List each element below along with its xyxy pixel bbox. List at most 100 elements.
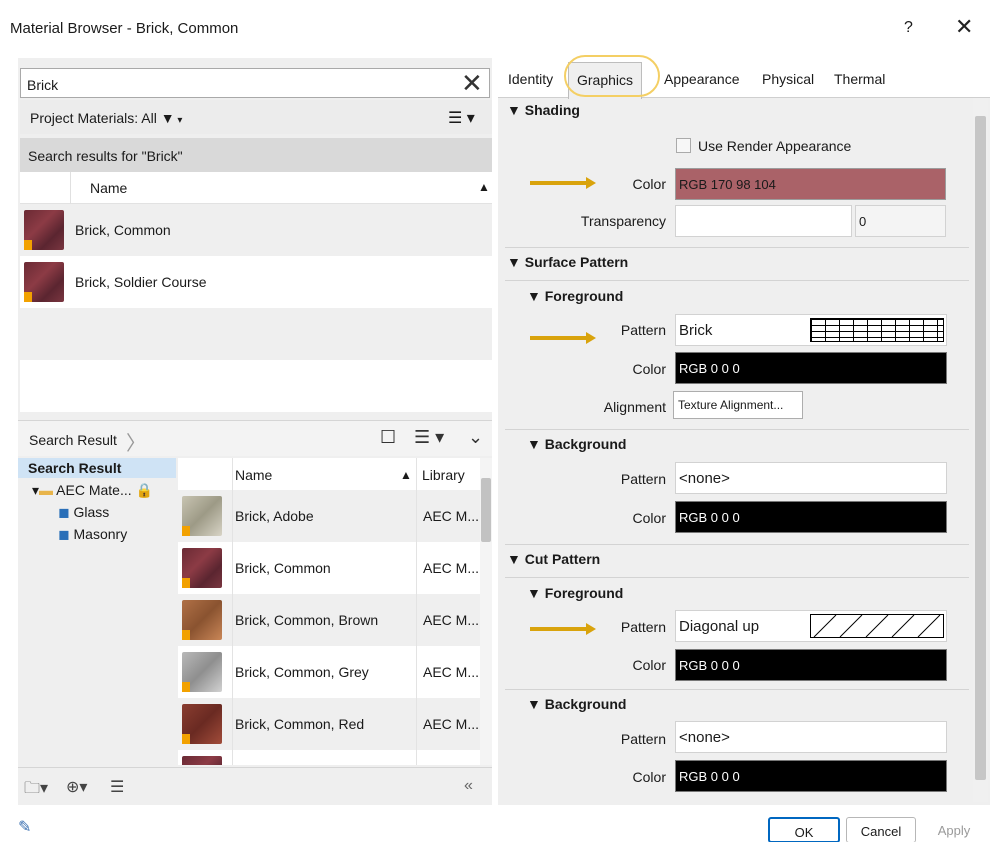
scrollbar-thumb[interactable] [975,116,986,780]
cut-fg-color-swatch[interactable]: RGB 0 0 0 [675,649,947,681]
table-row[interactable]: Brick, Common, Brown AEC M... [178,594,480,646]
library-column-label[interactable]: Library [422,467,465,483]
material-thumbnail [182,756,222,765]
asset-browser-icon[interactable]: ☰ [110,777,124,797]
section-divider [505,280,969,281]
table-row[interactable]: Brick, Adobe AEC M... [178,490,480,542]
cancel-button[interactable]: Cancel [846,817,916,842]
tree-item-masonry[interactable]: ◼ Masonry [58,526,127,543]
tab-appearance[interactable]: Appearance [664,71,740,87]
help-button[interactable]: ? [904,19,913,37]
list-item-empty [20,308,492,360]
tree-root-label[interactable]: Search Result [28,460,121,476]
surface-bg-pattern-label: Pattern [620,471,666,487]
surface-bg-pattern-field[interactable]: <none> [675,462,947,494]
table-row[interactable]: Brick, Common, Grey AEC M... [178,646,480,698]
section-shading[interactable]: ▼ Shading [507,102,580,118]
create-material-icon[interactable]: ⊕▾ [66,777,87,797]
material-name: Brick, Common [235,560,331,576]
breadcrumb[interactable]: Search Result [29,432,117,448]
material-thumbnail [24,210,64,250]
use-render-label: Use Render Appearance [698,138,852,154]
search-results-header: Search results for "Brick" [20,138,492,172]
surface-fg-pattern-field[interactable]: Brick [675,314,947,346]
library-folder-icon[interactable]: 🗀▾ [24,777,48,804]
surface-bg-color-swatch[interactable]: RGB 0 0 0 [675,501,947,533]
table-row[interactable]: Brick, Common, Red AEC M... [178,698,480,750]
cut-background-header[interactable]: ▼ Background [527,696,626,712]
cut-fg-pattern-field[interactable]: Diagonal up [675,610,947,642]
cut-foreground-header[interactable]: ▼ Foreground [527,585,623,601]
surface-foreground-header[interactable]: ▼ Foreground [527,288,623,304]
expand-down-icon[interactable]: ⌄ [468,427,483,448]
section-cut-pattern[interactable]: ▼ Cut Pattern [507,551,600,567]
tab-identity[interactable]: Identity [508,71,553,87]
cut-fg-color-label: Color [632,657,666,673]
collapse-icon[interactable]: « [464,777,473,795]
search-input[interactable]: Brick ✕ [20,68,490,98]
category-icon: ◼ [58,526,70,542]
cut-bg-pattern-label: Pattern [620,731,666,747]
material-thumbnail [182,496,222,536]
name-column-header[interactable]: Name ▲ [20,172,492,204]
transparency-value-field[interactable]: 0 [855,205,946,237]
section-divider [505,429,969,430]
name-column-label[interactable]: Name [235,467,272,483]
material-library: AEC M... [423,612,480,628]
table-row[interactable]: Brick, Common AEC M... [178,542,480,594]
transparency-slider[interactable] [675,205,852,237]
sort-ascending-icon[interactable]: ▲ [400,468,412,482]
material-library: AEC M... [423,716,480,732]
transparency-label: Transparency [580,213,666,229]
tree-item-library[interactable]: ▾▬ AEC Mate... 🔒 [32,482,153,499]
clear-search-icon[interactable]: ✕ [461,69,483,97]
library-tree: Search Result ▾▬ AEC Mate... 🔒 ◼ Glass ◼… [18,458,176,763]
cut-bg-color-swatch[interactable]: RGB 0 0 0 [675,760,947,792]
project-materials-filter[interactable]: Project Materials: All ▼ ▾ [30,110,182,126]
search-results-title: Search results for "Brick" [28,148,183,164]
section-surface-pattern[interactable]: ▼ Surface Pattern [507,254,628,270]
section-divider [505,247,969,248]
material-thumbnail [182,548,222,588]
properties-scrollbar[interactable] [973,98,988,802]
edit-material-icon[interactable]: ✎ [18,817,31,837]
cut-fg-pattern-label: Pattern [620,619,666,635]
use-render-checkbox[interactable] [676,138,691,153]
list-item[interactable]: Brick, Soldier Course [20,256,492,308]
category-icon: ◼ [58,504,70,520]
surface-fg-color-swatch[interactable]: RGB 0 0 0 [675,352,947,384]
texture-alignment-button[interactable]: Texture Alignment... [673,391,803,419]
alignment-label: Alignment [603,399,666,415]
column-divider [416,458,417,765]
title-bar: Material Browser - Brick, Common ? ✕ [0,0,990,48]
tab-thermal[interactable]: Thermal [834,71,885,87]
ok-button[interactable]: OK [768,817,840,842]
surface-bg-color-label: Color [632,510,666,526]
footer: ✎ [0,805,990,842]
list-item[interactable]: Brick, Common [20,204,492,256]
section-divider [505,544,969,545]
panel-toggle-icon[interactable]: ☐ [380,427,396,448]
lock-icon: 🔒 [135,482,153,498]
material-thumbnail [182,704,222,744]
tab-highlight-ring [564,55,660,97]
window-title: Material Browser - Brick, Common [10,20,239,37]
cut-bg-pattern-field[interactable]: <none> [675,721,947,753]
material-name: Brick, Common, Grey [235,664,369,680]
library-scrollbar[interactable] [480,458,492,765]
list-view-icon[interactable]: ☰ ▾ [414,427,444,448]
tree-item-glass[interactable]: ◼ Glass [58,504,109,521]
material-library: AEC M... [423,664,480,680]
tab-physical[interactable]: Physical [762,71,814,87]
shading-color-swatch[interactable]: RGB 170 98 104 [675,168,946,200]
material-thumbnail [24,262,64,302]
close-button[interactable]: ✕ [955,14,973,40]
material-name: Brick, Common [75,222,171,238]
apply-button[interactable]: Apply [922,817,986,842]
material-name: Brick, Common, Brown [235,612,379,628]
list-view-icon[interactable]: ☰ ▾ [448,108,475,128]
material-name: Brick, Soldier Course [75,274,207,290]
surface-background-header[interactable]: ▼ Background [527,436,626,452]
library-table: Name ▲ Library Brick, Adobe AEC M... Bri… [178,458,480,765]
cut-bg-color-label: Color [632,769,666,785]
